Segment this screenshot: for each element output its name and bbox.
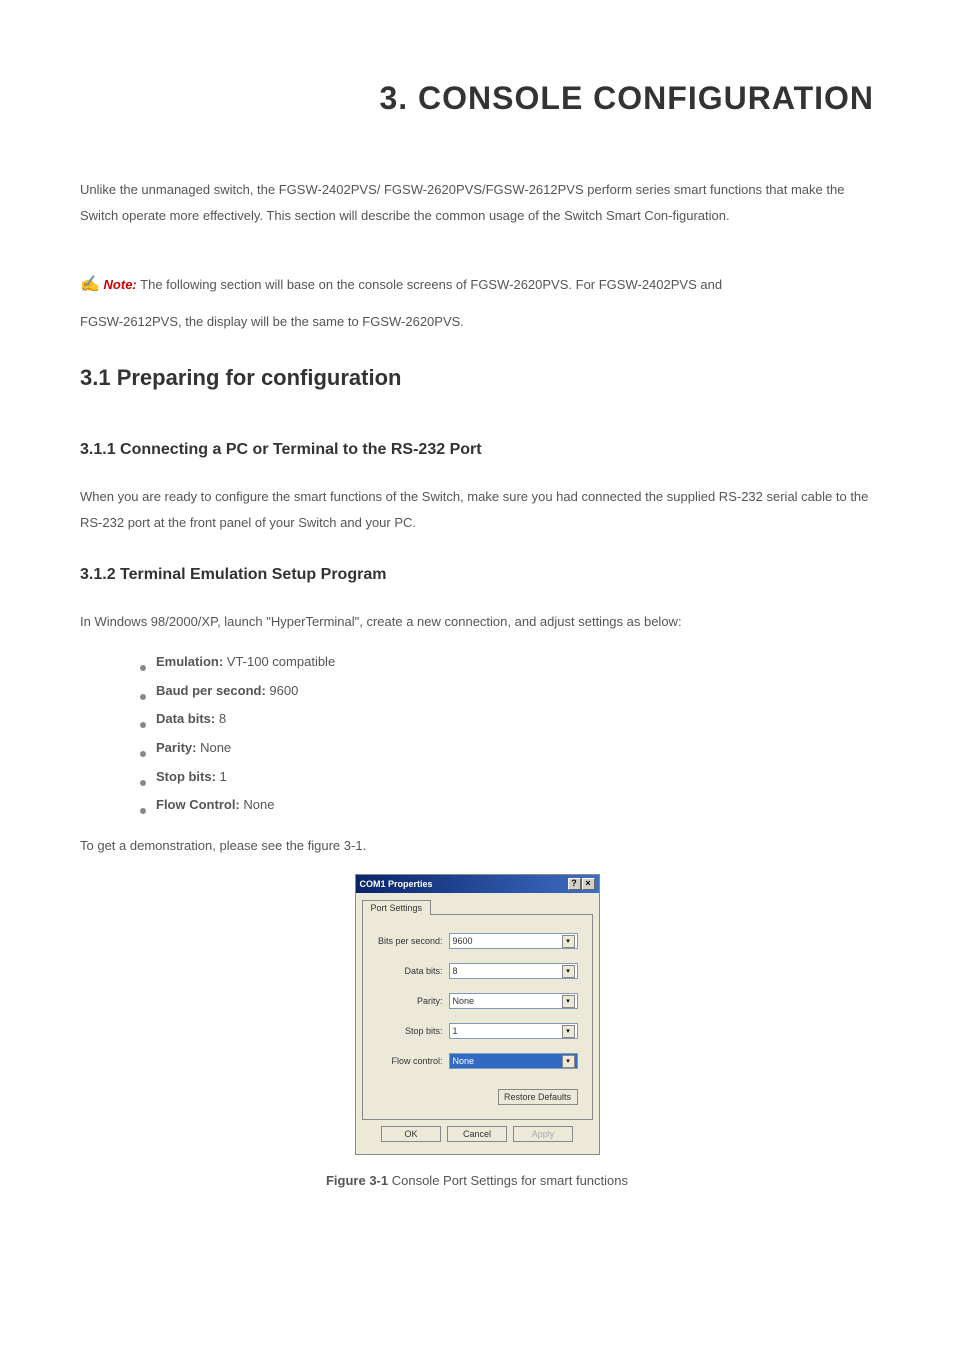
note-followup: FGSW-2612PVS, the display will be the sa… xyxy=(80,309,874,335)
list-item: Stop bits: 1 xyxy=(140,765,874,790)
list-item: Flow Control: None xyxy=(140,793,874,818)
page-title: 3. CONSOLE CONFIGURATION xyxy=(80,80,874,117)
section-3-1-2-heading: 3.1.2 Terminal Emulation Setup Program xyxy=(80,566,874,584)
bullet-icon xyxy=(140,665,146,671)
list-value: 9600 xyxy=(266,683,299,698)
flow-value: None xyxy=(453,1056,475,1066)
bps-value: 9600 xyxy=(453,936,473,946)
bullet-icon xyxy=(140,722,146,728)
flow-label: Flow control: xyxy=(377,1056,449,1066)
stopbits-label: Stop bits: xyxy=(377,1026,449,1036)
help-button[interactable]: ? xyxy=(568,878,581,890)
figure-label: Figure 3-1 xyxy=(326,1173,388,1188)
list-label: Baud per second: xyxy=(156,683,266,698)
note-icon: ✍ xyxy=(80,276,100,293)
parity-select[interactable]: None ▾ xyxy=(449,993,578,1009)
list-label: Stop bits: xyxy=(156,769,216,784)
bullet-icon xyxy=(140,808,146,814)
para-3-1-1: When you are ready to configure the smar… xyxy=(80,484,874,536)
chevron-down-icon: ▾ xyxy=(562,995,575,1008)
parity-label: Parity: xyxy=(377,996,449,1006)
restore-defaults-button[interactable]: Restore Defaults xyxy=(498,1089,578,1105)
stop-bits-row: Stop bits: 1 ▾ xyxy=(377,1023,578,1039)
figure-caption-text: Console Port Settings for smart function… xyxy=(388,1173,628,1188)
bps-select[interactable]: 9600 ▾ xyxy=(449,933,578,949)
list-value: VT-100 compatible xyxy=(223,654,335,669)
list-label: Data bits: xyxy=(156,711,215,726)
databits-value: 8 xyxy=(453,966,458,976)
figure-3-1: COM1 Properties ? × Port Settings Bits p… xyxy=(80,874,874,1188)
list-value: None xyxy=(240,797,275,812)
list-value: 1 xyxy=(216,769,227,784)
stopbits-value: 1 xyxy=(453,1026,458,1036)
bullet-icon xyxy=(140,751,146,757)
list-value: 8 xyxy=(215,711,226,726)
chevron-down-icon: ▾ xyxy=(562,965,575,978)
flow-select[interactable]: None ▾ xyxy=(449,1053,578,1069)
settings-list: Emulation: VT-100 compatible Baud per se… xyxy=(80,650,874,818)
chevron-down-icon: ▾ xyxy=(562,1055,575,1068)
note-line: ✍ Note: The following section will base … xyxy=(80,269,874,301)
databits-select[interactable]: 8 ▾ xyxy=(449,963,578,979)
figure-caption: Figure 3-1 Console Port Settings for sma… xyxy=(80,1173,874,1188)
demo-line: To get a demonstration, please see the f… xyxy=(80,833,874,859)
databits-label: Data bits: xyxy=(377,966,449,976)
port-settings-tab[interactable]: Port Settings xyxy=(362,900,432,915)
chevron-down-icon: ▾ xyxy=(562,1025,575,1038)
list-value: None xyxy=(196,740,231,755)
list-label: Parity: xyxy=(156,740,196,755)
flow-control-row: Flow control: None ▾ xyxy=(377,1053,578,1069)
cancel-button[interactable]: Cancel xyxy=(447,1126,507,1142)
parity-row: Parity: None ▾ xyxy=(377,993,578,1009)
port-settings-panel: Bits per second: 9600 ▾ Data bits: 8 ▾ P… xyxy=(362,914,593,1120)
apply-button[interactable]: Apply xyxy=(513,1126,573,1142)
stopbits-select[interactable]: 1 ▾ xyxy=(449,1023,578,1039)
bps-label: Bits per second: xyxy=(377,936,449,946)
list-item: Parity: None xyxy=(140,736,874,761)
data-bits-row: Data bits: 8 ▾ xyxy=(377,963,578,979)
list-item: Emulation: VT-100 compatible xyxy=(140,650,874,675)
note-text: The following section will base on the c… xyxy=(137,277,722,292)
list-item: Baud per second: 9600 xyxy=(140,679,874,704)
para-3-1-2: In Windows 98/2000/XP, launch "HyperTerm… xyxy=(80,609,874,635)
note-label: Note: xyxy=(104,277,137,292)
bits-per-second-row: Bits per second: 9600 ▾ xyxy=(377,933,578,949)
bullet-icon xyxy=(140,780,146,786)
chevron-down-icon: ▾ xyxy=(562,935,575,948)
section-3-1-heading: 3.1 Preparing for configuration xyxy=(80,365,874,391)
section-3-1-1-heading: 3.1.1 Connecting a PC or Terminal to the… xyxy=(80,441,874,459)
list-item: Data bits: 8 xyxy=(140,707,874,732)
parity-value: None xyxy=(453,996,475,1006)
dialog-title: COM1 Properties xyxy=(360,879,433,889)
ok-button[interactable]: OK xyxy=(381,1126,441,1142)
com1-properties-dialog: COM1 Properties ? × Port Settings Bits p… xyxy=(355,874,600,1155)
list-label: Flow Control: xyxy=(156,797,240,812)
intro-paragraph: Unlike the unmanaged switch, the FGSW-24… xyxy=(80,177,874,229)
bullet-icon xyxy=(140,694,146,700)
close-button[interactable]: × xyxy=(582,878,595,890)
dialog-titlebar: COM1 Properties ? × xyxy=(356,875,599,893)
list-label: Emulation: xyxy=(156,654,223,669)
